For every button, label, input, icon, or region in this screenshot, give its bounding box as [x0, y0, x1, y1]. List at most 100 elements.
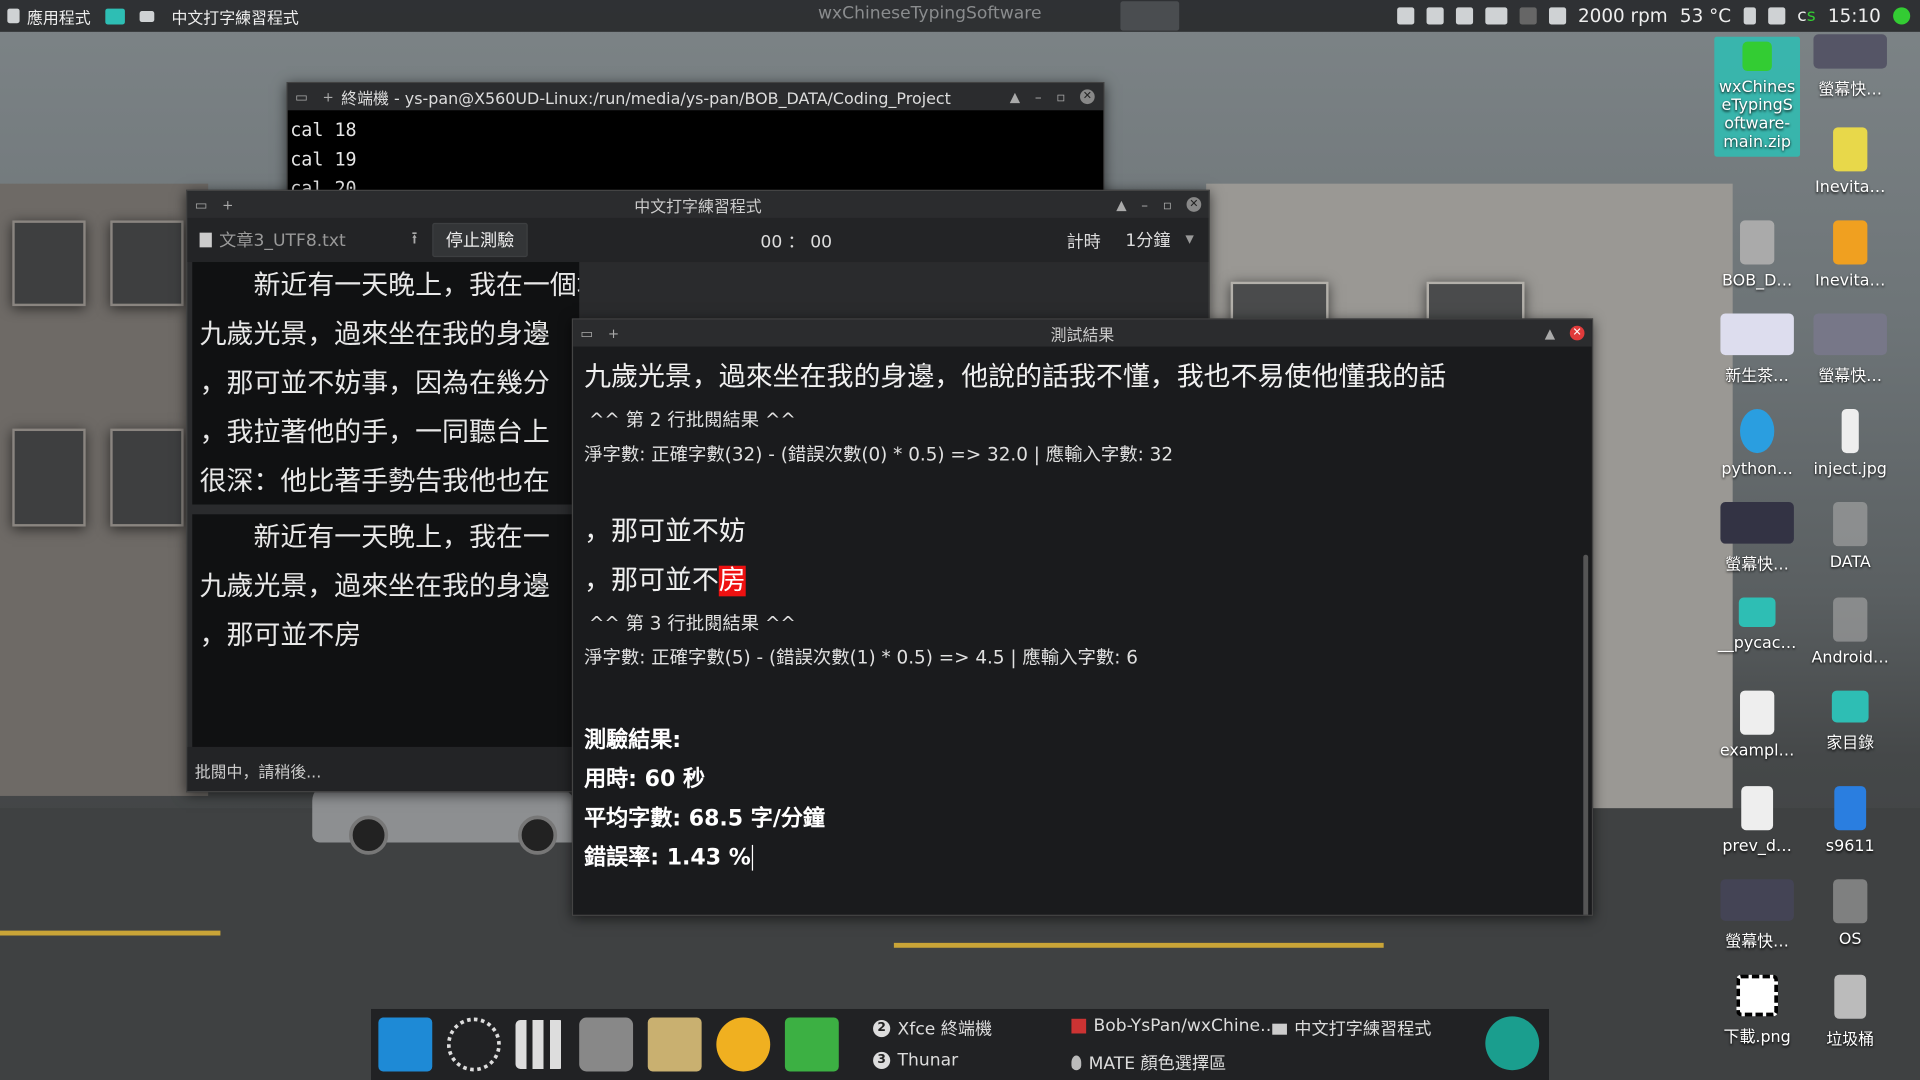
- desktop-icon[interactable]: BOB_D…: [1714, 220, 1800, 290]
- system-monitor-icon[interactable]: [784, 1017, 839, 1072]
- aperture-app-icon[interactable]: [1485, 1016, 1540, 1071]
- clock-app-icon[interactable]: [446, 1017, 501, 1072]
- result-menu-icon[interactable]: ▭: [580, 325, 593, 341]
- terminal-pin-icon[interactable]: +: [323, 89, 334, 105]
- app-close-icon[interactable]: ✕: [1186, 197, 1202, 212]
- image-file-icon: [1813, 313, 1887, 356]
- file-icon: [199, 232, 212, 248]
- wallpaper-road-line: [0, 930, 221, 936]
- panel-folder-launcher[interactable]: [98, 0, 132, 32]
- typed-correct: ，那可並不: [584, 565, 719, 597]
- task-xfce-terminal[interactable]: 2 Xfce 終端機: [873, 1016, 992, 1040]
- desktop-icon[interactable]: OS: [1807, 879, 1893, 949]
- app-grid-icon[interactable]: [515, 1020, 565, 1069]
- desktop-icon[interactable]: DATA: [1807, 502, 1893, 572]
- desktop-icon[interactable]: exampl…: [1714, 690, 1800, 761]
- power-icon[interactable]: [1893, 7, 1911, 25]
- desktop-icon[interactable]: 新生茶…: [1714, 313, 1800, 386]
- desktop-icon[interactable]: 螢幕快…: [1807, 34, 1893, 99]
- trash-dock-icon[interactable]: [579, 1017, 634, 1072]
- tray-network-text[interactable]: cs: [1797, 6, 1815, 26]
- source-text-area[interactable]: 新近有一天晚上，我在一個地方聽音樂，一個不相識的小孩，約莫八 九歲光景，過來坐在…: [192, 262, 580, 505]
- bluetooth-icon[interactable]: [1519, 7, 1537, 25]
- panel-window-preview[interactable]: [1120, 1, 1180, 31]
- file-picker[interactable]: 文章3_UTF8.txt ⭱: [199, 224, 418, 256]
- desktop-icon[interactable]: inject.jpg: [1807, 408, 1893, 479]
- result-scrollbar[interactable]: [1583, 554, 1589, 915]
- desktop-icon-label: python…: [1721, 460, 1793, 479]
- desktop-icon[interactable]: Inevita…: [1807, 220, 1893, 290]
- result-window: 測試結果 ▭ + ▲ ✕ 九歲光景，過來坐在我的身邊，他說的話我不懂，我也不易使…: [571, 318, 1594, 916]
- app-maximize-icon[interactable]: ▫: [1163, 197, 1172, 213]
- qr-code-icon: [1736, 974, 1778, 1017]
- result-text-area[interactable]: 九歲光景，過來坐在我的身邊，他說的話我不懂，我也不易使他懂我的話 ^^ 第 2 …: [573, 347, 1592, 915]
- python-file-icon: [1740, 690, 1775, 735]
- clock[interactable]: 15:10: [1828, 5, 1881, 27]
- task-color-picker[interactable]: MATE 顏色選擇區: [1071, 1051, 1226, 1075]
- desktop-icon-label: exampl…: [1719, 742, 1795, 761]
- task-count-badge: 2: [873, 1020, 891, 1038]
- shield-icon[interactable]: [1396, 7, 1414, 25]
- app-titlebar[interactable]: 中文打字練習程式 ▭ + ▲ – ▫ ✕: [187, 191, 1209, 218]
- desktop-icon[interactable]: 垃圾桶: [1807, 974, 1893, 1049]
- keyboard-icon[interactable]: [1484, 7, 1507, 25]
- drive-icon: [1740, 220, 1775, 265]
- desktop-icon[interactable]: __pycac…: [1714, 597, 1800, 653]
- clip-icon[interactable]: [1455, 7, 1473, 25]
- app-minimize-icon[interactable]: –: [1141, 197, 1148, 213]
- desktop-icon-label: 下載.png: [1723, 1028, 1791, 1047]
- upload-icon[interactable]: ⭱: [412, 225, 418, 254]
- applications-menu-label: 應用程式: [26, 9, 91, 28]
- desktop-icon[interactable]: 下載.png: [1714, 974, 1800, 1047]
- zip-label-line4: main.zip: [1723, 133, 1792, 152]
- applications-menu[interactable]: 應用程式: [0, 0, 98, 32]
- task-typing-app[interactable]: 中文打字練習程式: [1272, 1016, 1431, 1040]
- terminal-menu-icon[interactable]: ▭: [295, 89, 308, 105]
- app-pin-icon[interactable]: +: [222, 197, 233, 213]
- desktop-icon[interactable]: 螢幕快…: [1714, 879, 1800, 951]
- result-shade-icon[interactable]: ▲: [1545, 325, 1555, 341]
- duration-select[interactable]: 1分鐘 ▼: [1118, 225, 1199, 254]
- result-close-icon[interactable]: ✕: [1569, 325, 1585, 341]
- result-pin-icon[interactable]: +: [608, 325, 619, 341]
- timing-label: 計時: [1066, 232, 1101, 253]
- result-line2-header: ^^ 第 2 行批閱結果 ^^: [588, 408, 796, 432]
- app-shade-icon[interactable]: ▲: [1116, 197, 1126, 213]
- terminal-maximize-icon[interactable]: ▫: [1056, 89, 1065, 105]
- desktop-icon-label: 新生茶…: [1725, 367, 1789, 386]
- display-icon[interactable]: [1426, 7, 1444, 25]
- desktop-icon[interactable]: 螢幕快…: [1714, 502, 1800, 574]
- desktop-icon[interactable]: s9611: [1807, 786, 1893, 856]
- desktop-icon[interactable]: Android…: [1807, 597, 1893, 667]
- file-manager-icon[interactable]: [647, 1017, 702, 1072]
- terminal-window: ▭ + 終端機 - ys-pan@X560UD-Linux:/run/media…: [286, 82, 1105, 206]
- desktop-icon[interactable]: prev_d…: [1714, 786, 1800, 856]
- task-thunar[interactable]: 3 Thunar: [873, 1051, 958, 1070]
- notification-bell-icon[interactable]: [1767, 7, 1786, 25]
- music-player-icon[interactable]: [716, 1017, 771, 1072]
- panel-active-window[interactable]: 中文打字練習程式: [132, 0, 306, 32]
- desktop-icon[interactable]: 家目錄: [1807, 690, 1893, 753]
- volume-icon[interactable]: [1548, 7, 1566, 25]
- status-text: 批閱中，請稍後...: [194, 764, 322, 783]
- browser-icon: [1071, 1018, 1087, 1034]
- terminal-titlebar[interactable]: ▭ + 終端機 - ys-pan@X560UD-Linux:/run/media…: [287, 83, 1104, 111]
- terminal-close-icon[interactable]: ✕: [1080, 89, 1095, 105]
- battery-icon[interactable]: [1743, 7, 1756, 25]
- task-browser[interactable]: Bob-YsPan/wxChine…: [1071, 1016, 1277, 1036]
- terminal-minimize-icon[interactable]: –: [1035, 89, 1042, 105]
- app-menu-icon[interactable]: ▭: [195, 197, 208, 213]
- terminal-shade-icon[interactable]: ▲: [1010, 89, 1020, 105]
- wallpaper-window: [12, 220, 86, 307]
- typing-input-area[interactable]: 新近有一天晚上，我在一 九歲光景，過來坐在我的身邊 ，那可並不房: [192, 514, 580, 747]
- show-desktop-icon[interactable]: [378, 1017, 433, 1072]
- result-line3-header: ^^ 第 3 行批閱結果 ^^: [588, 612, 796, 635]
- status-bar: 批閱中，請稍後...: [187, 746, 575, 792]
- result-titlebar[interactable]: 測試結果 ▭ + ▲ ✕: [573, 319, 1592, 347]
- desktop-icon[interactable]: 螢幕快…: [1807, 313, 1893, 386]
- desktop-icon[interactable]: python…: [1714, 408, 1800, 479]
- desktop-icon[interactable]: Inevita…: [1807, 127, 1893, 197]
- desktop-icon-zip[interactable]: wxChines eTypingS oftware- main.zip: [1714, 36, 1801, 157]
- wallpaper-building-left: [0, 183, 209, 796]
- stop-test-button[interactable]: 停止測驗: [432, 222, 528, 258]
